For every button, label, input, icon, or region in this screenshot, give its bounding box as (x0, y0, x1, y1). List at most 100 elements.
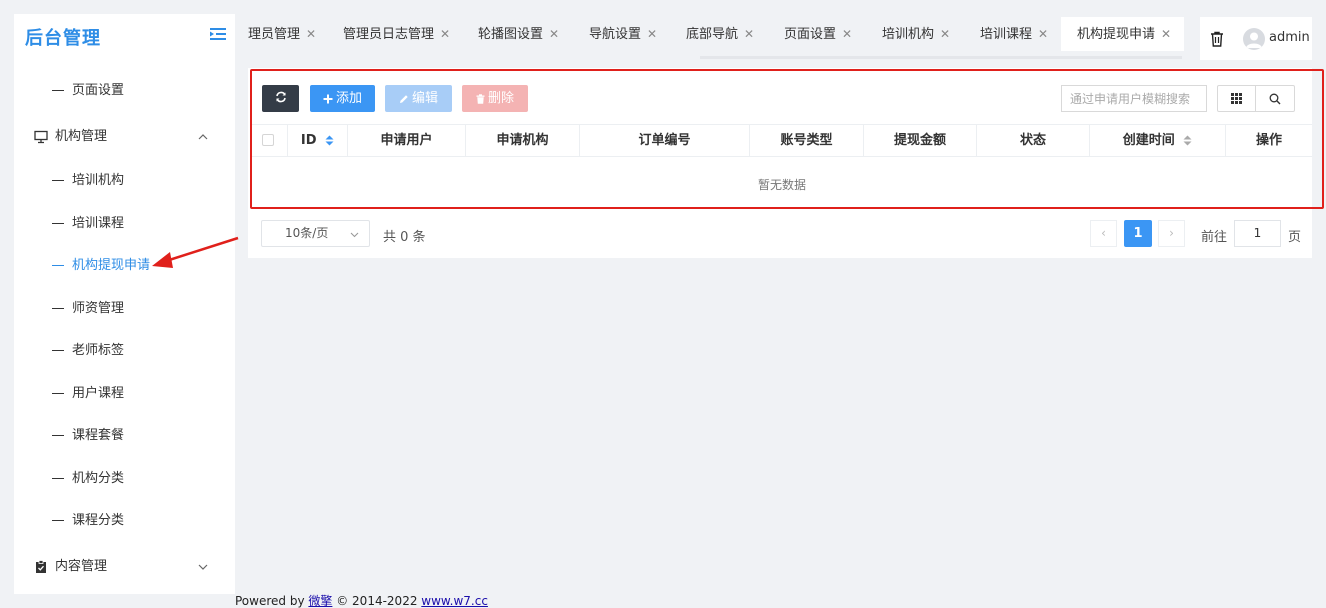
column-header-account-type: 账号类型 (750, 125, 864, 156)
header-user-area: admin (1200, 17, 1312, 60)
sidebar-item-label: 课程分类 (72, 513, 125, 528)
close-icon[interactable]: ✕ (549, 27, 559, 41)
sidebar (14, 14, 235, 594)
column-header-created-at[interactable]: 创建时间 (1090, 125, 1226, 156)
page-suffix: 页 (1288, 230, 1302, 245)
footer-copyright: © 2014-2022 (336, 594, 418, 608)
tab-carousel-settings[interactable]: 轮播图设置 ✕ (478, 17, 559, 51)
goto-label: 前往 (1201, 230, 1228, 245)
column-header-actions: 操作 (1255, 133, 1282, 148)
sidebar-group-institution[interactable]: 机构管理 (32, 127, 222, 147)
tab-bottom-nav[interactable]: 底部导航 ✕ (686, 17, 754, 51)
select-all-cell (252, 125, 288, 156)
close-icon[interactable]: ✕ (842, 27, 852, 41)
clipboard-icon (36, 560, 46, 573)
red-arrow-annotation (152, 236, 239, 268)
empty-state-text: 暂无数据 (757, 178, 806, 192)
table-header: ID 申请用户 申请机构 订单编号 账号类型 提现金额 状态 创建时间 操作 (252, 124, 1312, 157)
column-header-id[interactable]: ID (288, 125, 348, 156)
user-icon (1246, 32, 1262, 48)
tab-admin-management[interactable]: 理员管理 ✕ (248, 17, 316, 51)
close-icon[interactable]: ✕ (940, 27, 950, 41)
tab-nav-settings[interactable]: 导航设置 ✕ (589, 17, 657, 51)
chevron-down-icon (198, 564, 208, 570)
sidebar-item-label: 培训课程 (72, 216, 125, 231)
column-header-institution: 申请机构 (466, 125, 580, 156)
footer: Powered by 微擎 © 2014-2022 www.w7.cc (235, 592, 488, 608)
refresh-icon (275, 91, 286, 103)
search-button[interactable] (1255, 85, 1295, 112)
close-icon[interactable]: ✕ (1161, 27, 1171, 41)
sidebar-item-teacher-tags[interactable]: 老师标签 (52, 341, 124, 361)
delete-button[interactable]: 删除 (462, 85, 528, 112)
sidebar-item-label: 课程套餐 (72, 428, 125, 443)
goto-page-input[interactable]: 1 (1234, 220, 1281, 247)
sidebar-item-label: 老师标签 (72, 343, 125, 358)
column-header-status: 状态 (977, 125, 1090, 156)
username[interactable]: admin (1269, 30, 1310, 45)
chevron-down-icon (350, 232, 359, 238)
monitor-icon (34, 130, 48, 144)
prev-page-button[interactable]: ‹ (1090, 220, 1117, 247)
trash-icon (476, 94, 485, 104)
app-logo-title: 后台管理 (25, 28, 101, 49)
total-count: 共 0 条 (383, 230, 426, 245)
tabs-scrollbar[interactable] (700, 56, 1182, 59)
close-icon[interactable]: ✕ (744, 27, 754, 41)
footer-brand-link[interactable]: 微擎 (308, 594, 332, 608)
columns-toggle-button[interactable] (1217, 85, 1256, 112)
close-icon[interactable]: ✕ (440, 27, 450, 41)
current-page[interactable]: 1 (1124, 220, 1152, 247)
plus-icon (323, 94, 333, 104)
sidebar-item-institution-categories[interactable]: 机构分类 (52, 469, 124, 489)
sidebar-item-label: 培训机构 (72, 173, 125, 188)
sidebar-group-content[interactable]: 内容管理 (32, 557, 222, 577)
column-header-amount: 提现金额 (864, 125, 977, 156)
sidebar-group-label: 机构管理 (55, 129, 108, 144)
page-size-select[interactable]: 10条/页 (261, 220, 370, 247)
sort-icon[interactable] (325, 135, 334, 146)
avatar[interactable] (1243, 28, 1265, 50)
sidebar-item-training-institutions[interactable]: 培训机构 (52, 171, 124, 191)
sidebar-group-label: 内容管理 (55, 559, 108, 574)
footer-site-link[interactable]: www.w7.cc (421, 594, 488, 608)
chevron-right-icon: › (1169, 226, 1174, 240)
close-icon[interactable]: ✕ (647, 27, 657, 41)
sidebar-item-withdrawal-requests[interactable]: 机构提现申请 (52, 256, 150, 276)
column-header-applicant: 申请用户 (348, 125, 466, 156)
sidebar-item-course-packages[interactable]: 课程套餐 (52, 426, 124, 446)
pencil-icon (399, 95, 408, 103)
tab-training-institutions[interactable]: 培训机构 ✕ (882, 17, 950, 51)
sidebar-item-label: 机构提现申请 (72, 258, 151, 273)
chevron-up-icon (198, 134, 208, 140)
column-header-order-number: 订单编号 (580, 125, 750, 156)
trash-icon[interactable] (1210, 31, 1224, 47)
tab-withdrawal-requests[interactable]: 机构提现申请 ✕ (1061, 17, 1184, 51)
next-page-button[interactable]: › (1158, 220, 1185, 247)
sidebar-item-label: 页面设置 (72, 83, 125, 98)
tab-admin-logs[interactable]: 管理员日志管理 ✕ (343, 17, 450, 51)
sidebar-item-label: 机构分类 (72, 471, 125, 486)
close-icon[interactable]: ✕ (1038, 27, 1048, 41)
tab-training-courses[interactable]: 培训课程 ✕ (980, 17, 1048, 51)
sidebar-item-page-settings[interactable]: 页面设置 (52, 81, 124, 101)
sidebar-item-teachers[interactable]: 师资管理 (52, 299, 124, 319)
menu-collapse-icon[interactable] (210, 27, 226, 41)
sidebar-item-course-categories[interactable]: 课程分类 (52, 511, 124, 531)
close-icon[interactable]: ✕ (306, 27, 316, 41)
select-all-checkbox[interactable] (262, 134, 274, 146)
grid-icon (1231, 93, 1242, 104)
search-input[interactable] (1061, 85, 1207, 112)
sidebar-item-user-courses[interactable]: 用户课程 (52, 384, 124, 404)
sidebar-item-label: 师资管理 (72, 301, 125, 316)
refresh-button[interactable] (262, 85, 299, 112)
tab-page-settings[interactable]: 页面设置 ✕ (784, 17, 852, 51)
sort-icon[interactable] (1183, 135, 1192, 146)
chevron-left-icon: ‹ (1101, 226, 1106, 240)
add-button[interactable]: 添加 (310, 85, 375, 112)
footer-powered-by: Powered by (235, 594, 305, 608)
edit-button[interactable]: 编辑 (385, 85, 452, 112)
sidebar-item-training-courses[interactable]: 培训课程 (52, 214, 124, 234)
sidebar-item-label: 用户课程 (72, 386, 125, 401)
tab-bar: 理员管理 ✕ 管理员日志管理 ✕ 轮播图设置 ✕ 导航设置 ✕ 底部导航 ✕ 页面设置 ✕ … (248, 17, 1184, 51)
